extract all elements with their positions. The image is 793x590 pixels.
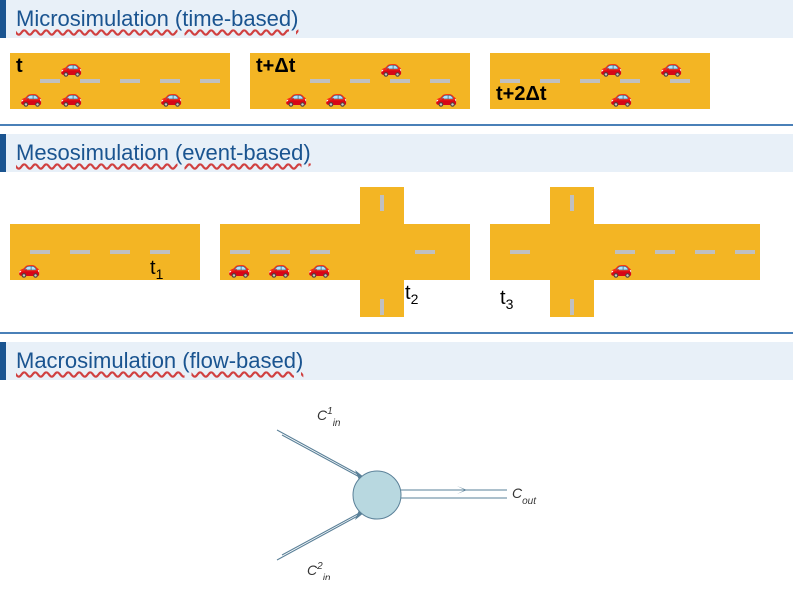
lane-marker [80,79,100,83]
lane-marker [150,250,170,254]
car-icon: 🚗 [380,57,402,78]
mesosim-content: 🚗 t1 🚗 🚗 🚗 t2 [0,182,793,334]
lane-marker [110,250,130,254]
car-icon: 🚗 [268,258,290,279]
label-cin2: C2in [307,561,331,580]
meso-road-right: 🚗 [585,224,760,280]
microsim-header: Microsimulation (time-based) [0,0,793,38]
meso-road-right [395,224,470,280]
lane-marker [270,250,290,254]
time-label-t3: t3 [500,287,513,312]
lane-marker [695,250,715,254]
lane-marker [30,250,50,254]
label-cout: Cout [512,485,537,507]
macrosim-content: C1in C2in Cout [0,390,793,590]
car-icon: 🚗 [285,87,307,108]
lane-marker [120,79,140,83]
lane-marker [615,250,635,254]
lane-marker [655,250,675,254]
lane-marker [580,79,600,83]
car-icon: 🚗 [325,87,347,108]
meso-panel-t1: 🚗 [10,224,200,280]
meso-panel-t1-wrap: 🚗 t1 [10,187,200,317]
car-icon: 🚗 [60,87,82,108]
microsim-panels-row: t 🚗 🚗 🚗 🚗 t+Δt 🚗 🚗 🚗 🚗 [10,53,783,109]
micro-panel-t1: t+Δt 🚗 🚗 🚗 🚗 [250,53,470,109]
car-icon: 🚗 [60,57,82,78]
mesosim-panels-row: 🚗 t1 🚗 🚗 🚗 t2 [10,187,783,317]
car-icon: 🚗 [228,258,250,279]
lane-marker [415,250,435,254]
lane-marker [310,79,330,83]
car-icon: 🚗 [610,87,632,108]
lane-marker [670,79,690,83]
lane-marker [230,250,250,254]
car-icon: 🚗 [20,87,42,108]
lane-marker-v [570,299,574,315]
lane-marker [350,79,370,83]
lane-marker [390,79,410,83]
lane-marker [160,79,180,83]
meso-panel-t2-wrap: 🚗 🚗 🚗 t2 [220,187,470,317]
lane-marker [430,79,450,83]
microsim-title: Microsimulation (time-based) [16,6,298,31]
time-label-t2: t+2Δt [496,83,547,106]
lane-marker-v [380,299,384,315]
macrosim-header: Macrosimulation (flow-based) [0,342,793,380]
meso-panel-t3-wrap: 🚗 t3 [490,187,760,317]
flow-edge-in1 [277,430,365,478]
car-icon: 🚗 [18,258,40,279]
flow-node [353,471,401,519]
label-cin1: C1in [317,406,341,429]
micro-panel-t2: t+2Δt 🚗 🚗 🚗 [490,53,710,109]
lane-marker [200,79,220,83]
micro-panel-t0: t 🚗 🚗 🚗 🚗 [10,53,230,109]
car-icon: 🚗 [435,87,457,108]
flow-edge-in1b [282,435,365,480]
lane-marker [620,79,640,83]
lane-marker-v [380,195,384,211]
microsim-content: t 🚗 🚗 🚗 🚗 t+Δt 🚗 🚗 🚗 🚗 [0,48,793,126]
lane-marker [310,250,330,254]
time-label-t0: t [16,55,23,78]
flow-edge-in2b [282,510,365,555]
lane-marker-v [570,195,574,211]
time-label-t2: t2 [405,282,418,307]
flow-edge-in2 [277,512,365,560]
time-label-t1: t1 [150,257,163,282]
car-icon: 🚗 [660,57,682,78]
macro-flow-diagram: C1in C2in Cout [247,400,547,580]
car-icon: 🚗 [610,258,632,279]
car-icon: 🚗 [160,87,182,108]
time-label-t1: t+Δt [256,55,295,78]
car-icon: 🚗 [308,258,330,279]
mesosim-header: Mesosimulation (event-based) [0,134,793,172]
lane-marker [70,250,90,254]
lane-marker [510,250,530,254]
car-icon: 🚗 [600,57,622,78]
mesosim-title: Mesosimulation (event-based) [16,140,311,165]
lane-marker [735,250,755,254]
macrosim-title: Macrosimulation (flow-based) [16,348,303,373]
lane-marker [40,79,60,83]
